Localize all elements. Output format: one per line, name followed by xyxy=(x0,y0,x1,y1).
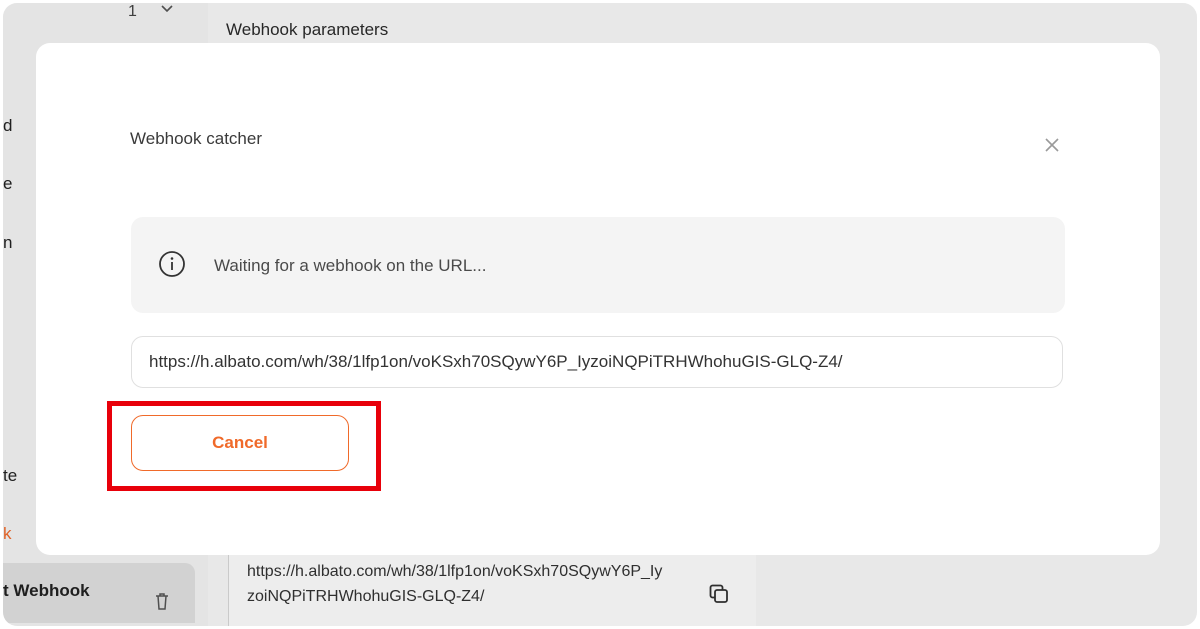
highlight-annotation xyxy=(107,401,381,491)
webhook-url-field[interactable] xyxy=(131,336,1063,388)
info-icon xyxy=(159,251,185,277)
modal-title: Webhook catcher xyxy=(130,129,262,148)
close-icon[interactable] xyxy=(1044,137,1060,153)
info-text: Waiting for a webhook on the URL... xyxy=(214,256,487,275)
info-banner: Waiting for a webhook on the URL... xyxy=(131,217,1065,313)
